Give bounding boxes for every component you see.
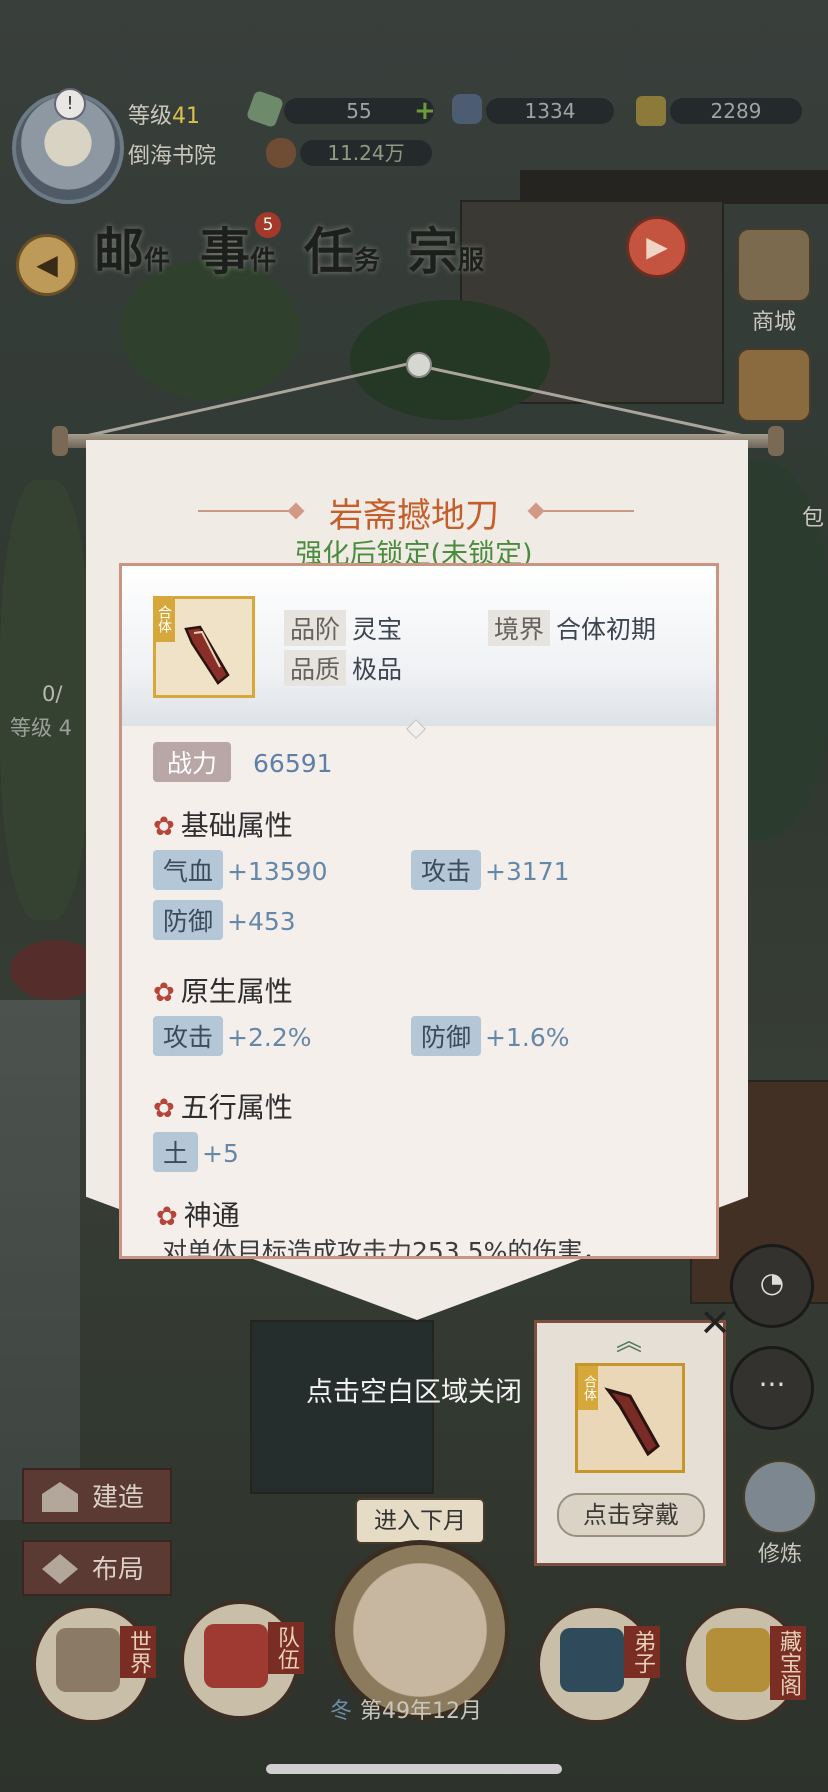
cultivate-icon [743,1460,817,1534]
hanging-knob [406,352,432,378]
element-attributes-heading: ✿ 五行属性 [153,1091,293,1124]
treasure-button[interactable]: ◔ [730,1244,814,1328]
shop-button[interactable]: 商城 [734,228,814,336]
bag-side-button[interactable] [734,348,814,424]
nav-left-button[interactable]: ◀ [16,234,78,296]
skill-description: 对单体目标造成攻击力253.5%的伤害， [162,1237,608,1259]
native-stat-attack: 攻击 +2.2% [153,1016,311,1056]
nav-right-button[interactable]: ▶ [626,216,688,278]
equip-panel: ︽ ✕ 合体 点击穿戴 [534,1301,731,1566]
academy-name: 倒海书院 [128,144,217,169]
scroll-map-icon [56,1628,120,1692]
player-level: 等级41 [128,104,201,129]
item-detail-panel[interactable]: 合体 品阶 灵宝 境界 合体初期 品质 极品 战力 66591 ✿ 基础属性 气血 +135… [119,563,719,1259]
flag-icon [204,1624,268,1688]
gold-count: 2289 [670,98,802,124]
crystal-icon [452,94,482,124]
grade-row: 品阶 灵宝 [284,610,402,646]
jade-count: 55 [284,98,434,124]
shop-icon [737,228,811,302]
flower-icon: ✿ [153,812,175,842]
world-button[interactable]: 世界 [32,1604,156,1724]
element-stat-earth: 土 +5 [153,1132,239,1172]
team-button[interactable]: 队伍 [180,1600,304,1720]
treasury-button[interactable]: 藏宝阁 [682,1604,806,1724]
item-icon: 合体 [153,596,255,698]
house-icon [42,1482,78,1512]
gold-icon [636,96,666,126]
cultivate-button[interactable]: 修炼 [740,1460,820,1568]
grid-icon [42,1554,78,1584]
layout-button[interactable]: 布局 [22,1540,172,1596]
base-attributes-heading: ✿ 基础属性 [153,809,293,842]
tasks-menu-button[interactable]: 任务 [304,212,380,284]
build-button[interactable]: 建造 [22,1468,172,1524]
events-badge: 5 [255,212,281,238]
player-avatar[interactable]: ! [12,88,124,204]
progress-hint: 0/ [42,682,63,706]
blade-icon [184,625,230,685]
chevron-up-icon: ︽ [615,1327,642,1357]
skill-heading: ✿ 神通 [156,1199,240,1232]
combat-power: 战力 66591 [153,742,333,782]
disciple-icon [560,1628,624,1692]
native-stat-defense: 防御 +1.6% [411,1016,569,1056]
crystal-count: 1334 [486,98,614,124]
flower-icon: ✿ [153,1094,175,1124]
disciples-button[interactable]: 弟子 [536,1604,660,1724]
season-dial[interactable] [330,1540,510,1720]
stat-defense: 防御 +453 [153,900,296,940]
flower-icon: ✿ [153,978,175,1008]
info-icon: ! [54,88,86,120]
item-tag: 合体 [153,596,175,642]
pavilion-icon [706,1628,770,1692]
home-indicator[interactable] [266,1764,562,1774]
stat-attack: 攻击 +3171 [411,850,570,890]
realm-row: 境界 合体初期 [488,610,656,646]
wood-icon [266,138,296,168]
native-attributes-heading: ✿ 原生属性 [153,975,293,1008]
next-month-button[interactable]: 进入下月 [355,1498,485,1544]
stat-hp: 气血 +13590 [153,850,328,890]
wood-count: 11.24万 [300,140,432,166]
sect-menu-button[interactable]: 宗服 [408,212,484,284]
wear-button[interactable]: 点击穿戴 [557,1493,705,1537]
level-hint: 等级 4 [10,716,73,740]
flower-icon: ✿ [156,1202,178,1232]
item-title: 岩斋撼地刀 [329,496,499,536]
quality-row: 品质 极品 [284,650,402,686]
close-hint: 点击空白区域关闭 [306,1377,522,1408]
backpack-icon [737,348,811,422]
calendar-date: 冬第49年12月 [330,1699,483,1724]
close-equip-icon[interactable]: ✕ [699,1301,731,1345]
mail-menu-button[interactable]: 邮件 [94,212,170,284]
add-jade-icon[interactable]: + [414,96,436,126]
